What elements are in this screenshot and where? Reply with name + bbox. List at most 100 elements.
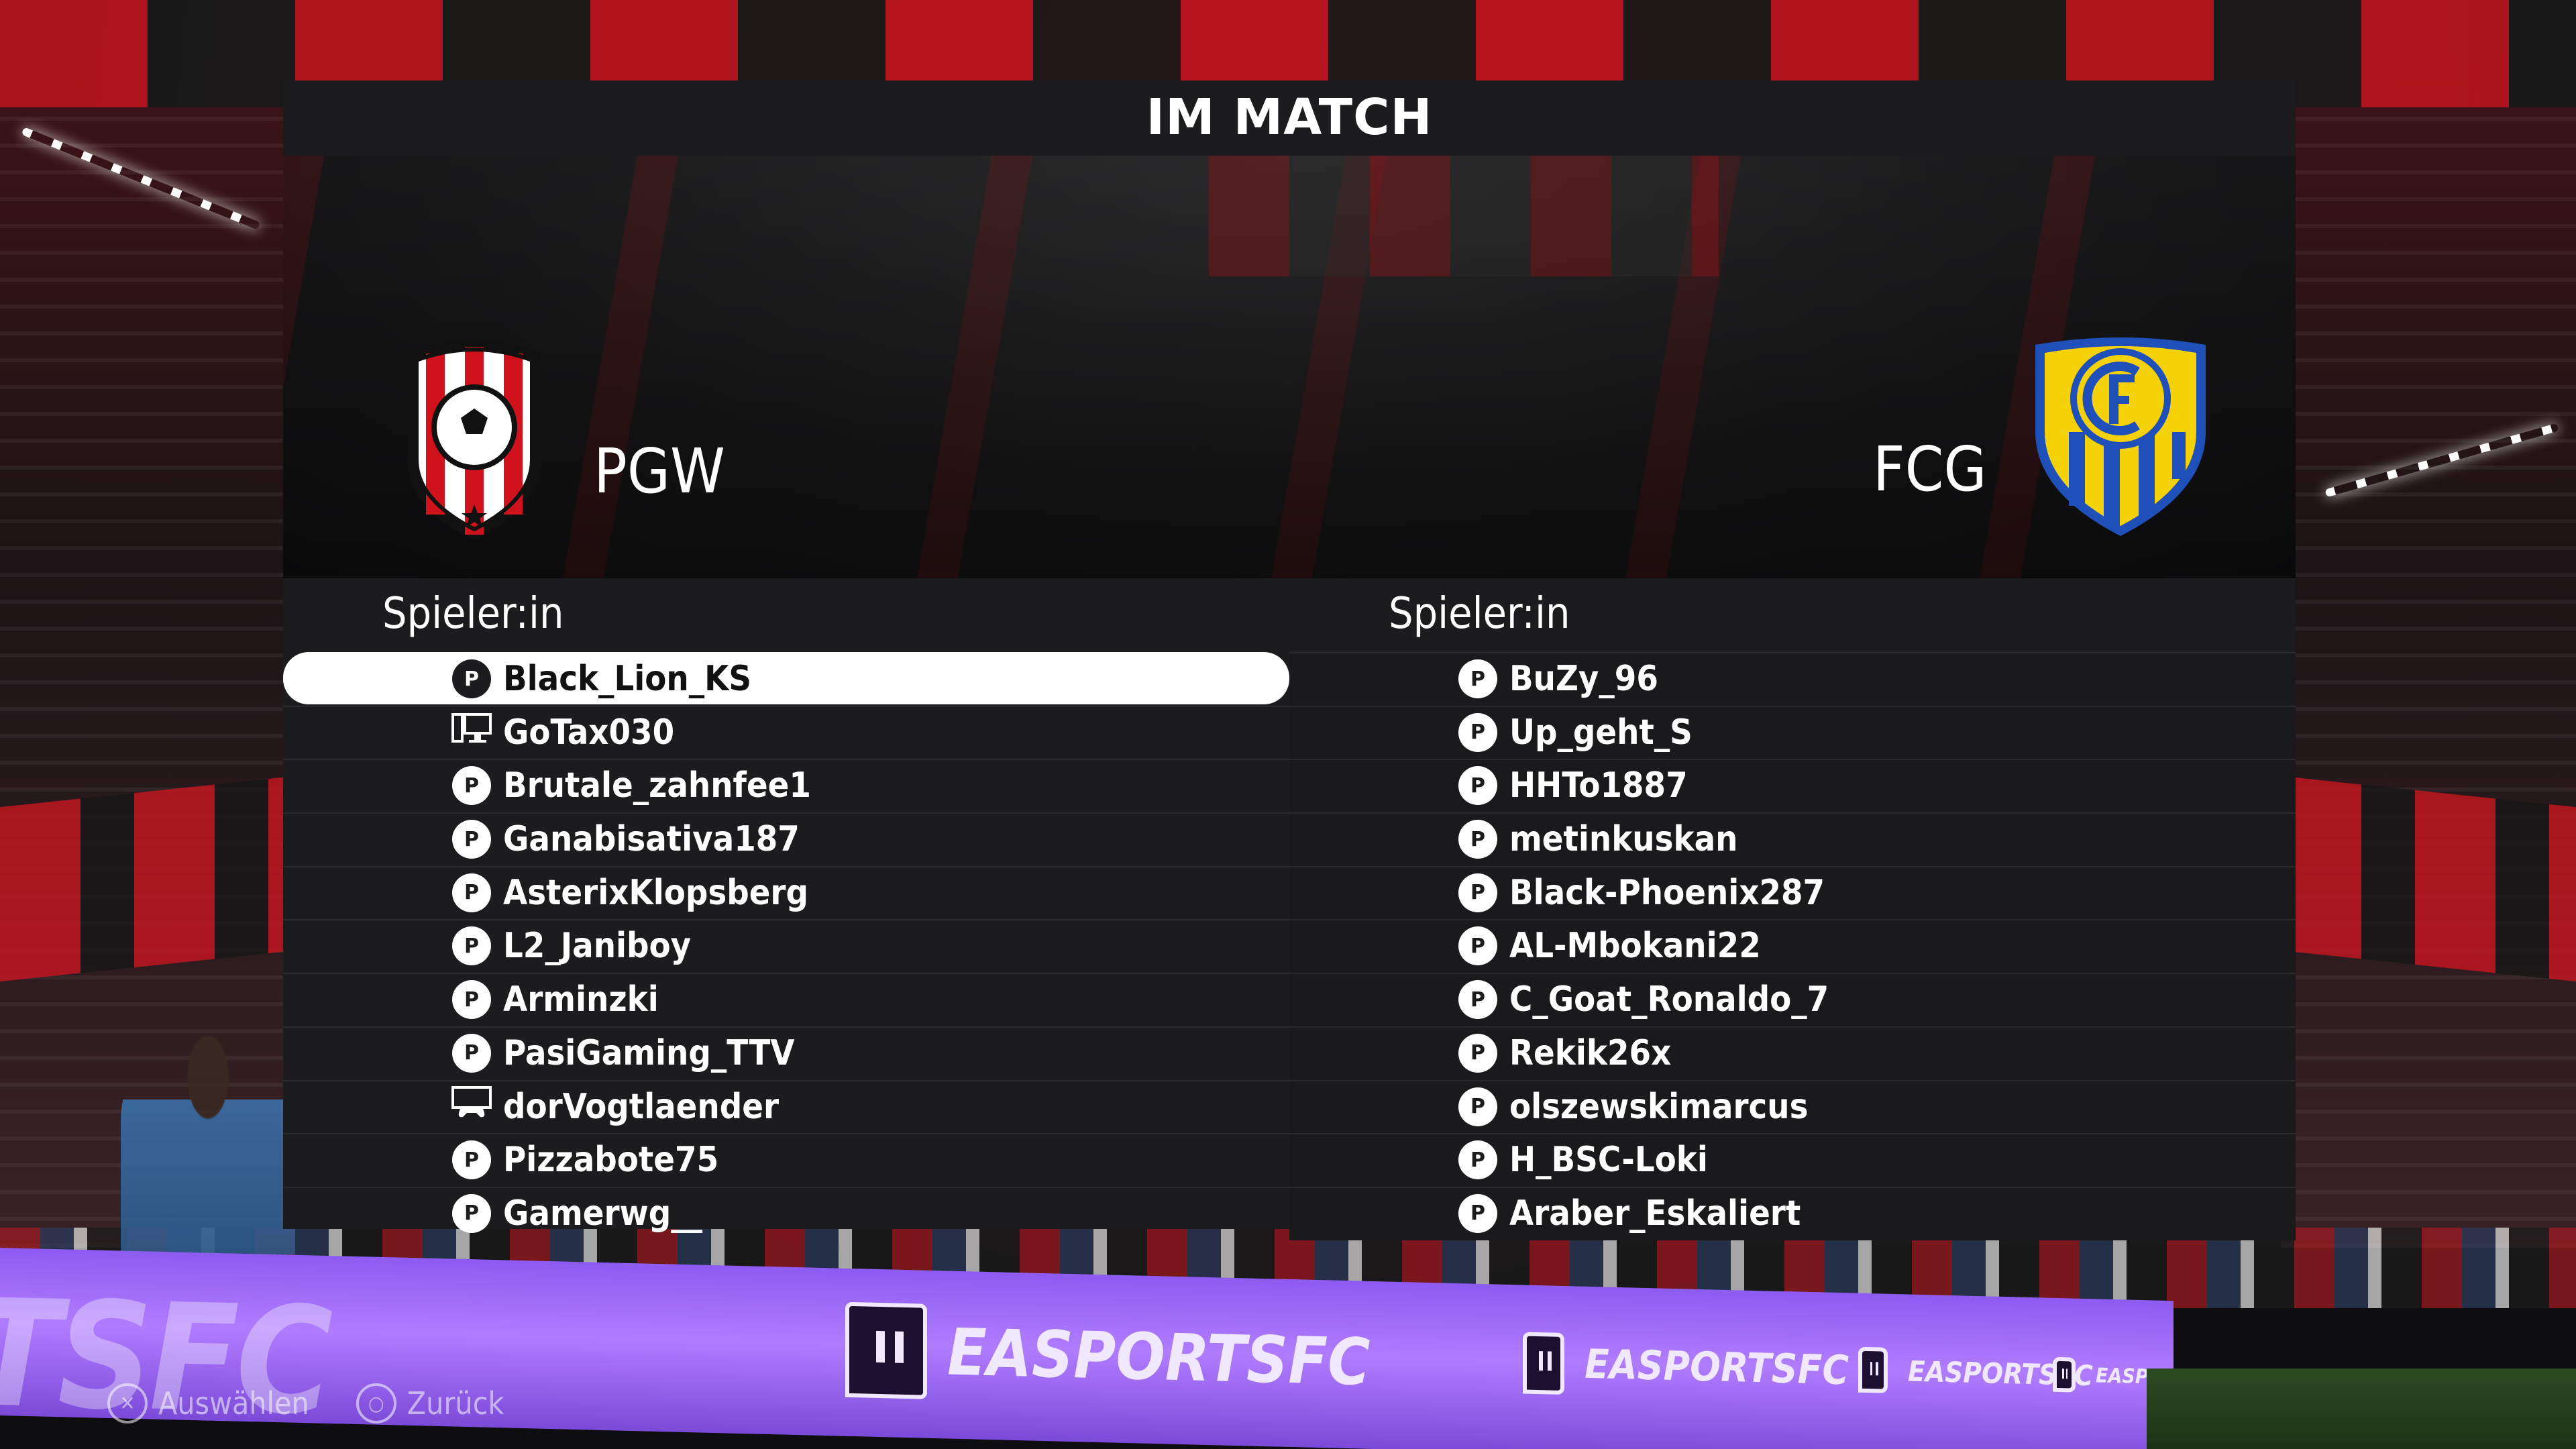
select-hint-label: Auswählen: [158, 1385, 309, 1421]
led-brand-1: EASPORTSFC: [845, 1301, 1371, 1410]
away-player-list: P BuZy_96 P Up_geht_S P HHTo1887 Pmetinkuskan P…: [1289, 652, 2296, 1240]
player-row[interactable]: Polszewskimarcus: [1289, 1079, 2296, 1132]
player-name: Black_Lion_KS: [503, 659, 752, 699]
player-name: dorVogtlaender: [503, 1086, 780, 1127]
hero-banner: [1209, 156, 1719, 276]
platform-icon-wrapper: [451, 712, 492, 753]
away-team-name: FCG: [1873, 433, 1987, 505]
player-row[interactable]: P PasiGaming_TTV: [283, 1026, 1289, 1079]
platform-icon-wrapper: P: [1457, 712, 1499, 753]
playstation-platform-icon: P: [1458, 1087, 1497, 1126]
playstation-platform-icon: P: [452, 766, 491, 806]
playstation-platform-icon: P: [452, 926, 491, 966]
player-name: Arminzki: [503, 979, 659, 1020]
away-team: FCG: [1873, 331, 2211, 539]
platform-icon-wrapper: P: [1457, 1139, 1499, 1181]
player-row[interactable]: P AL-Mbokani22: [1289, 919, 2296, 971]
platform-icon-wrapper: P: [1457, 925, 1499, 967]
player-name: H_BSC-Loki: [1509, 1140, 1708, 1181]
player-row[interactable]: P Ganabisativa187: [283, 812, 1289, 865]
twitch-logo-icon: [1523, 1332, 1564, 1395]
back-hint-label: Zurück: [407, 1385, 504, 1421]
platform-icon-wrapper: P: [451, 1032, 492, 1074]
player-name: Pizzabote75: [503, 1140, 719, 1181]
player-name: GoTax030: [503, 712, 675, 753]
platform-icon-wrapper: P: [1457, 658, 1499, 700]
player-name: AsterixKlopsberg: [503, 872, 808, 913]
pc-platform-icon: [451, 710, 492, 754]
home-team-name: PGW: [594, 435, 725, 507]
playstation-platform-icon: P: [452, 873, 491, 912]
playstation-platform-icon: P: [1458, 873, 1497, 912]
pitch: [2147, 1368, 2576, 1449]
playstation-platform-icon: P: [452, 1193, 491, 1233]
platform-icon-wrapper: P: [451, 765, 492, 806]
player-row[interactable]: P Gamerwg__: [283, 1186, 1289, 1239]
playstation-platform-icon: P: [1458, 926, 1497, 966]
back-hint[interactable]: ○ Zurück: [356, 1383, 504, 1424]
player-row[interactable]: P Brutale_zahnfee1: [283, 759, 1289, 811]
player-figure: [121, 1033, 295, 1254]
player-row[interactable]: P Rekik26x: [1289, 1026, 2296, 1079]
cross-button-icon: ✕: [107, 1383, 148, 1424]
home-player-list: P Black_Lion_KS GoTax030 P Brutale_zahnfee1 P…: [283, 652, 1289, 1240]
playstation-platform-icon: P: [1458, 712, 1497, 752]
playstation-platform-icon: P: [452, 980, 491, 1020]
platform-icon-wrapper: P: [1457, 1086, 1499, 1128]
screen-title: IM MATCH: [1146, 89, 1433, 146]
led-brand-2: EASPORTSFC: [1523, 1332, 1849, 1401]
player-row[interactable]: GoTax030: [283, 705, 1289, 758]
player-row[interactable]: Pmetinkuskan: [1289, 812, 2296, 865]
home-team: PGW: [400, 333, 725, 541]
playstation-platform-icon: P: [1458, 659, 1497, 698]
match-lobby-panel: IM MATCH PGW FCG Spieler:in Spieler:in P…: [283, 80, 2296, 1240]
platform-icon-wrapper: P: [451, 925, 492, 967]
playstation-platform-icon: P: [452, 1033, 491, 1073]
platform-icon-wrapper: P: [1457, 1193, 1499, 1234]
player-name: Rekik26x: [1509, 1032, 1672, 1073]
player-name: Gamerwg__: [503, 1193, 702, 1234]
select-hint[interactable]: ✕ Auswählen: [107, 1383, 309, 1424]
player-name: PasiGaming_TTV: [503, 1032, 795, 1073]
platform-icon-wrapper: P: [1457, 765, 1499, 806]
platform-icon-wrapper: P: [451, 1193, 492, 1234]
player-row[interactable]: P BuZy_96: [1289, 652, 2296, 704]
button-hints: ✕ Auswählen ○ Zurück: [107, 1383, 504, 1424]
led-brand-text: EASPORTSFC: [947, 1314, 1371, 1400]
player-name: olszewskimarcus: [1509, 1086, 1809, 1127]
player-name: Up_geht_S: [1509, 712, 1693, 753]
twitch-logo-icon: [1858, 1346, 1888, 1393]
left-flags: [0, 775, 295, 982]
player-name: metinkuskan: [1509, 819, 1738, 860]
home-players-header: Spieler:in: [382, 589, 564, 639]
playstation-platform-icon: P: [1458, 1193, 1497, 1233]
player-row[interactable]: P H_BSC-Loki: [1289, 1133, 2296, 1185]
player-row[interactable]: P HHTo1887: [1289, 759, 2296, 811]
platform-icon-wrapper: P: [451, 658, 492, 700]
player-row[interactable]: dorVogtlaender: [283, 1079, 1289, 1132]
player-row[interactable]: P Up_geht_S: [1289, 705, 2296, 758]
circle-button-icon: ○: [356, 1383, 396, 1424]
player-row[interactable]: P L2_Janiboy: [283, 919, 1289, 971]
player-name: Black-Phoenix287: [1509, 872, 1825, 913]
playstation-platform-icon: P: [1458, 980, 1497, 1020]
player-row[interactable]: P Araber_Eskaliert: [1289, 1186, 2296, 1239]
twitch-logo-icon: [845, 1301, 927, 1399]
platform-icon-wrapper: [451, 1086, 492, 1128]
player-row[interactable]: P Black_Lion_KS: [283, 652, 1289, 704]
playstation-platform-icon: P: [452, 1140, 491, 1180]
playstation-platform-icon: P: [1458, 1033, 1497, 1073]
player-row[interactable]: P AsterixKlopsberg: [283, 865, 1289, 918]
player-row[interactable]: P Arminzki: [283, 973, 1289, 1025]
led-brand-text: EASPORTSFC: [1585, 1340, 1849, 1395]
right-stand: [2281, 107, 2576, 1248]
platform-icon-wrapper: P: [1457, 1032, 1499, 1074]
teams-hero: PGW FCG: [283, 156, 2296, 578]
home-team-crest-icon: [407, 340, 541, 540]
player-name: AL-Mbokani22: [1509, 926, 1761, 967]
platform-icon-wrapper: P: [1457, 872, 1499, 914]
player-row[interactable]: P C_Goat_Ronaldo_7: [1289, 973, 2296, 1025]
playstation-platform-icon: P: [1458, 1140, 1497, 1180]
player-row[interactable]: P Black-Phoenix287: [1289, 865, 2296, 918]
player-row[interactable]: P Pizzabote75: [283, 1133, 1289, 1185]
